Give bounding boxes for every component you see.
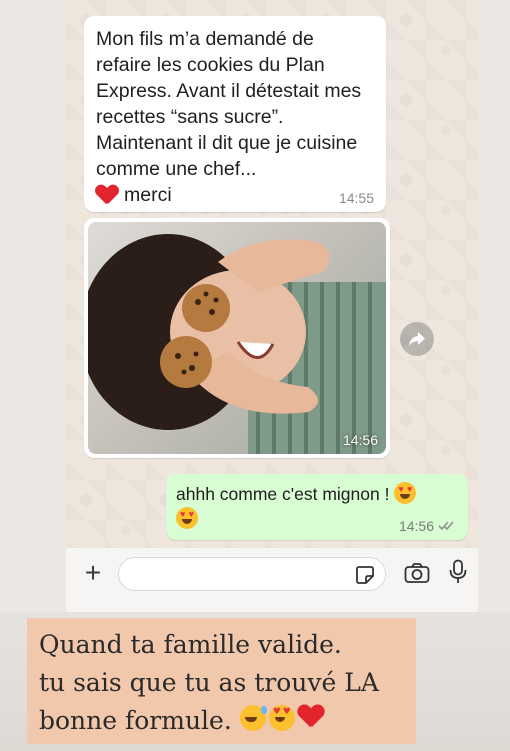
message-timestamp: 14:55 xyxy=(338,190,374,206)
caption-line-3-text: bonne formule. xyxy=(39,706,232,735)
sticker-icon[interactable] xyxy=(355,565,375,585)
camera-icon[interactable] xyxy=(404,562,430,584)
heart-eyes-emoji-icon xyxy=(268,705,295,731)
forward-button[interactable] xyxy=(400,322,434,356)
message-input-field[interactable] xyxy=(118,557,386,591)
plus-icon[interactable]: + xyxy=(80,559,106,587)
photo-illustration xyxy=(88,234,386,454)
sweat-smile-emoji-icon xyxy=(239,705,267,731)
incoming-message-text: Mon fils m’a demandé de refaire les cook… xyxy=(96,28,362,180)
outgoing-message-meta: 14:56 xyxy=(399,518,456,534)
child-with-cookies-photo[interactable]: 14:56 xyxy=(88,222,386,454)
caption-line-1: Quand ta famille valide. xyxy=(39,630,342,659)
double-check-icon xyxy=(438,521,454,531)
caption-line-2: tu sais que tu as trouvé LA xyxy=(39,668,379,697)
outgoing-message-bubble[interactable]: ahhh comme c'est mignon ! 14:56 xyxy=(166,474,468,540)
microphone-icon[interactable] xyxy=(448,559,468,585)
incoming-message-heart-line: merci xyxy=(96,182,374,208)
heart-eyes-emoji-icon xyxy=(176,507,198,529)
story-caption: Quand ta famille valide. tu sais que tu … xyxy=(27,618,416,744)
outgoing-message-text: ahhh comme c'est mignon ! xyxy=(176,484,390,504)
message-input[interactable] xyxy=(119,558,339,590)
incoming-photo-bubble[interactable]: 14:56 xyxy=(84,218,390,458)
incoming-message-bubble[interactable]: Mon fils m’a demandé de refaire les cook… xyxy=(84,16,386,212)
photo-timestamp: 14:56 xyxy=(342,432,378,448)
forward-icon xyxy=(409,332,425,346)
caption-line-3: bonne formule. xyxy=(39,702,404,740)
red-heart-icon xyxy=(96,185,118,205)
red-heart-icon xyxy=(298,705,324,729)
story-right-margin xyxy=(478,0,510,620)
caption-emojis xyxy=(239,705,324,731)
incoming-message-suffix: merci xyxy=(124,184,172,206)
message-input-bar: + xyxy=(66,548,478,612)
heart-eyes-emoji-icon xyxy=(394,482,417,504)
story-left-margin xyxy=(0,0,66,620)
message-timestamp: 14:56 xyxy=(398,518,434,534)
